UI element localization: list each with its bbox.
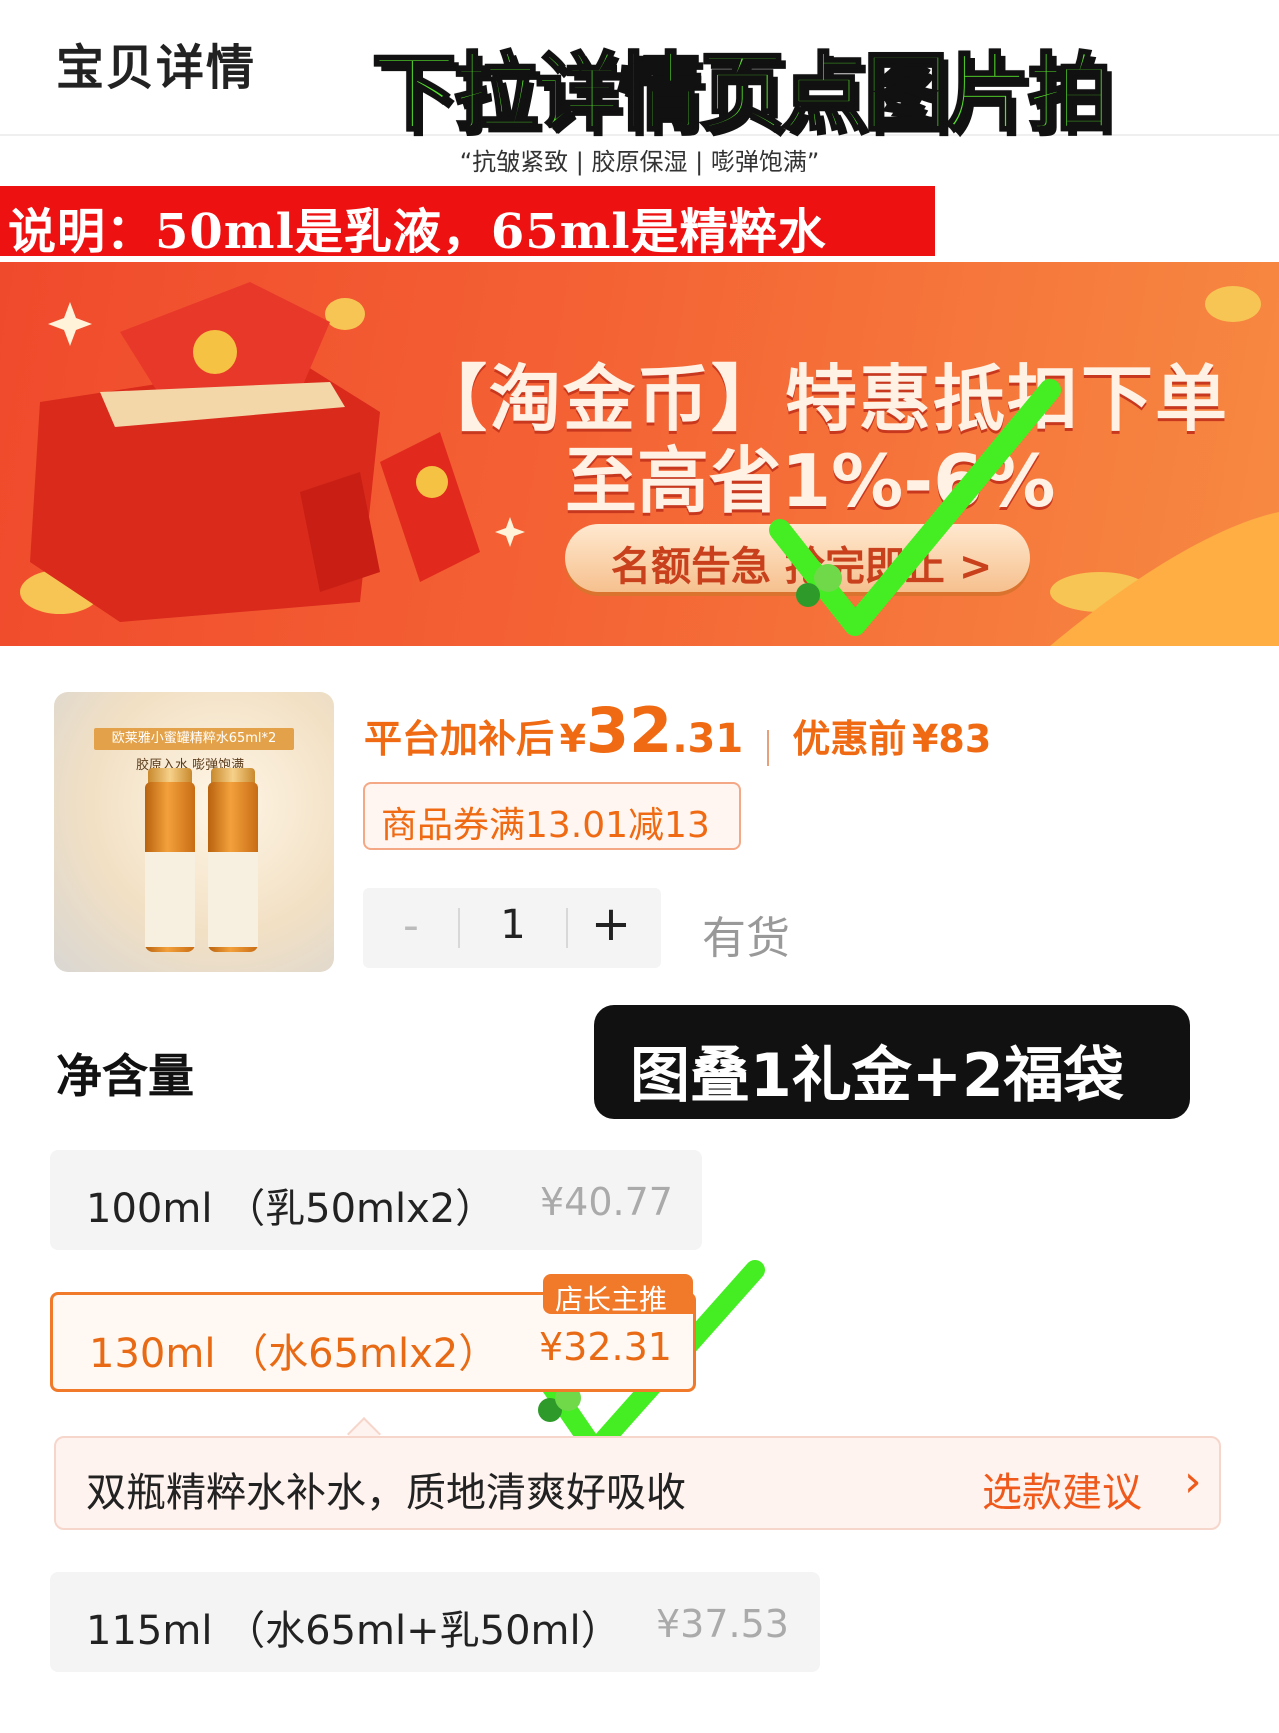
- recommended-badge: 店长主推: [543, 1274, 693, 1316]
- spec-option-label: 130ml （水65mlx2）: [89, 1331, 499, 1377]
- recommended-badge-text: 店长主推: [555, 1283, 668, 1316]
- thumbnail-caption: 欧莱雅小蜜罐精粹水65ml*2: [94, 728, 294, 750]
- price-label: 平台加补后: [364, 717, 555, 761]
- suggestion-link[interactable]: 选款建议: [982, 1460, 1142, 1518]
- bottle-label: [145, 852, 195, 947]
- product-tagline: “抗皱紧致 | 胶原保湿 | 嘭弹饱满”: [459, 148, 820, 176]
- note-bar: 说明：50ml是乳液，65ml是精粹水: [0, 186, 935, 260]
- price-integer: 32: [586, 694, 673, 767]
- quantity-stepper: - 1 +: [363, 888, 661, 968]
- suggestion-bar[interactable]: 双瓶精粹水补水，质地清爽好吸收 选款建议 ›: [54, 1436, 1221, 1530]
- spec-option-price: ¥40.77: [540, 1180, 673, 1224]
- coupon-tag[interactable]: 商品券满13.01减13: [363, 782, 741, 850]
- suggestion-text: 双瓶精粹水补水，质地清爽好吸收: [86, 1470, 686, 1516]
- bottle-label: [208, 852, 258, 947]
- red-envelope: [380, 432, 480, 582]
- spec-title: 净含量: [56, 1049, 194, 1103]
- original-price: ¥83: [911, 717, 992, 761]
- header: 宝贝详情 下拉详情页点图片拍: [0, 0, 1279, 144]
- overlay-badge: 图叠1礼金+2福袋: [594, 1005, 1190, 1119]
- spec-option-100ml[interactable]: 100ml （乳50mlx2） ¥40.77: [50, 1150, 702, 1250]
- coin-decoration: [325, 298, 365, 330]
- product-thumbnail[interactable]: 欧莱雅小蜜罐精粹水65ml*2 胶原入水 嘭弹饱满: [54, 692, 334, 972]
- spec-option-115ml[interactable]: 115ml （水65ml+乳50ml） ¥37.53: [50, 1572, 820, 1672]
- plus-icon[interactable]: +: [581, 896, 641, 952]
- check-mark-icon: [769, 379, 1061, 636]
- chevron-right-icon[interactable]: ›: [1184, 1456, 1202, 1507]
- coin-decoration: [1205, 286, 1261, 322]
- page-title: 宝贝详情: [56, 40, 257, 96]
- spec-option-price: ¥32.31: [539, 1325, 672, 1369]
- stock-status: 有货: [702, 913, 790, 964]
- stepper-divider: [566, 908, 568, 948]
- note-text: 说明：50ml是乳液，65ml是精粹水: [8, 204, 827, 260]
- price-line: 平台加补后 ¥32.31 优惠前 ¥83: [364, 694, 991, 767]
- overlay-headline: 下拉详情页点图片拍: [370, 43, 1113, 144]
- spec-option-price: ¥37.53: [656, 1602, 789, 1646]
- envelope-seal: [193, 330, 237, 374]
- minus-icon[interactable]: -: [385, 900, 437, 951]
- currency-symbol: ¥: [559, 717, 587, 761]
- spec-option-label: 100ml （乳50mlx2）: [86, 1186, 496, 1232]
- price-divider: [766, 729, 769, 766]
- original-price-label: 优惠前: [792, 717, 907, 761]
- spec-option-label: 115ml （水65ml+乳50ml）: [86, 1608, 621, 1654]
- overlay-badge-text: 图叠1礼金+2福袋: [630, 1041, 1124, 1111]
- quantity-value[interactable]: 1: [463, 902, 563, 948]
- coupon-text: 商品券满13.01减13: [381, 805, 710, 846]
- envelope-seal: [416, 466, 448, 498]
- price-decimal: .31: [672, 716, 744, 762]
- stepper-divider: [458, 908, 460, 948]
- promo-banner[interactable]: 【淘金币】特惠抵扣下单 至高省1%-6% 名额告急 抢完即止 >: [0, 262, 1279, 646]
- sparkle-decoration: [495, 517, 525, 547]
- sparkle-decoration: [48, 302, 92, 346]
